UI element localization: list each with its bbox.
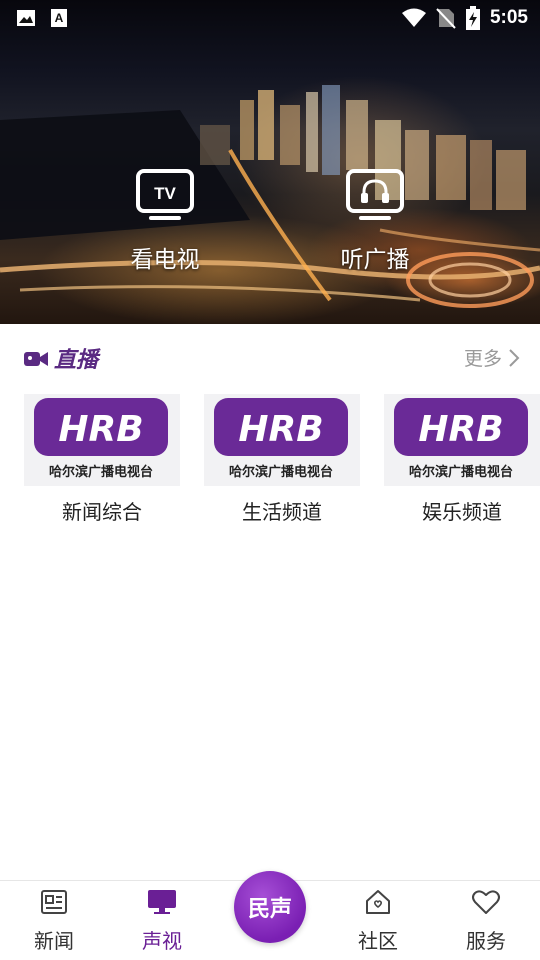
no-sim-icon [436,8,456,29]
live-channel-list: HRB 哈尔滨广播电视台 新闻综合 HRB 哈尔滨广播电视台 生活频道 HRB … [24,394,540,524]
tv-icon: TV [136,169,194,220]
channel-card-life[interactable]: HRB 哈尔滨广播电视台 生活频道 [204,394,360,525]
wifi-icon [401,8,426,27]
hrb-logo: HRB 哈尔滨广播电视台 [204,394,360,486]
nav-community[interactable]: 社区 [338,889,418,954]
svg-text:HRB: HRB [418,409,503,450]
nav-services[interactable]: 服务 [446,889,526,954]
hrb-logo: HRB 哈尔滨广播电视台 [384,394,540,486]
home-icon [366,890,390,914]
live-section-title: 直播 [54,348,99,373]
svg-text:HRB: HRB [238,409,323,450]
nav-label: 服务 [466,929,506,953]
watch-tv-button[interactable]: TV 看电视 [105,168,225,278]
channel-name: 生活频道 [242,500,322,524]
heart-icon [472,890,500,914]
nav-label: 新闻 [34,929,74,953]
svg-text:HRB: HRB [58,409,143,450]
image-icon [17,10,35,26]
svg-text:TV: TV [154,184,176,203]
nav-label: 社区 [358,929,398,953]
channel-card-entertainment[interactable]: HRB 哈尔滨广播电视台 娱乐频道 [384,394,540,525]
listen-radio-button[interactable]: 听广播 [315,168,435,278]
svg-text:哈尔滨广播电视台: 哈尔滨广播电视台 [409,464,513,480]
news-icon [41,890,67,914]
svg-text:哈尔滨广播电视台: 哈尔滨广播电视台 [229,464,333,480]
nav-label: 声视 [142,929,182,953]
hrb-logo: HRB 哈尔滨广播电视台 [24,394,180,486]
channel-card-news[interactable]: HRB 哈尔滨广播电视台 新闻综合 [24,394,180,525]
center-button-label: 民声 [247,896,292,922]
nav-news[interactable]: 新闻 [14,889,94,954]
channel-name: 娱乐频道 [422,500,502,524]
bottom-nav: 新闻 声视 民声 社区 服务 [0,871,540,960]
more-link[interactable]: 更多 [464,344,520,371]
a-badge-icon: A [51,9,67,27]
battery-charging-icon [465,6,480,30]
radio-headphones-icon [346,169,404,220]
hero-banner: A 5:05 TV 看电视 听广播 [0,0,540,324]
status-time: 5:05 [489,7,528,28]
city-night-image [0,85,540,308]
monitor-icon [148,890,176,914]
svg-text:哈尔滨广播电视台: 哈尔滨广播电视台 [49,464,153,480]
watch-tv-label: 看电视 [130,247,200,273]
nav-audiovisual[interactable]: 声视 [122,889,202,954]
live-section-header: 直播 更多 [24,340,520,376]
status-bar: A 5:05 [0,0,540,36]
channel-name: 新闻综合 [62,500,142,524]
video-camera-icon [24,352,48,366]
listen-radio-label: 听广播 [340,247,410,273]
chevron-right-icon [509,348,520,367]
svg-text:A: A [55,11,64,25]
minsheng-center-button[interactable]: 民声 [234,871,306,943]
more-label: 更多 [463,348,502,370]
